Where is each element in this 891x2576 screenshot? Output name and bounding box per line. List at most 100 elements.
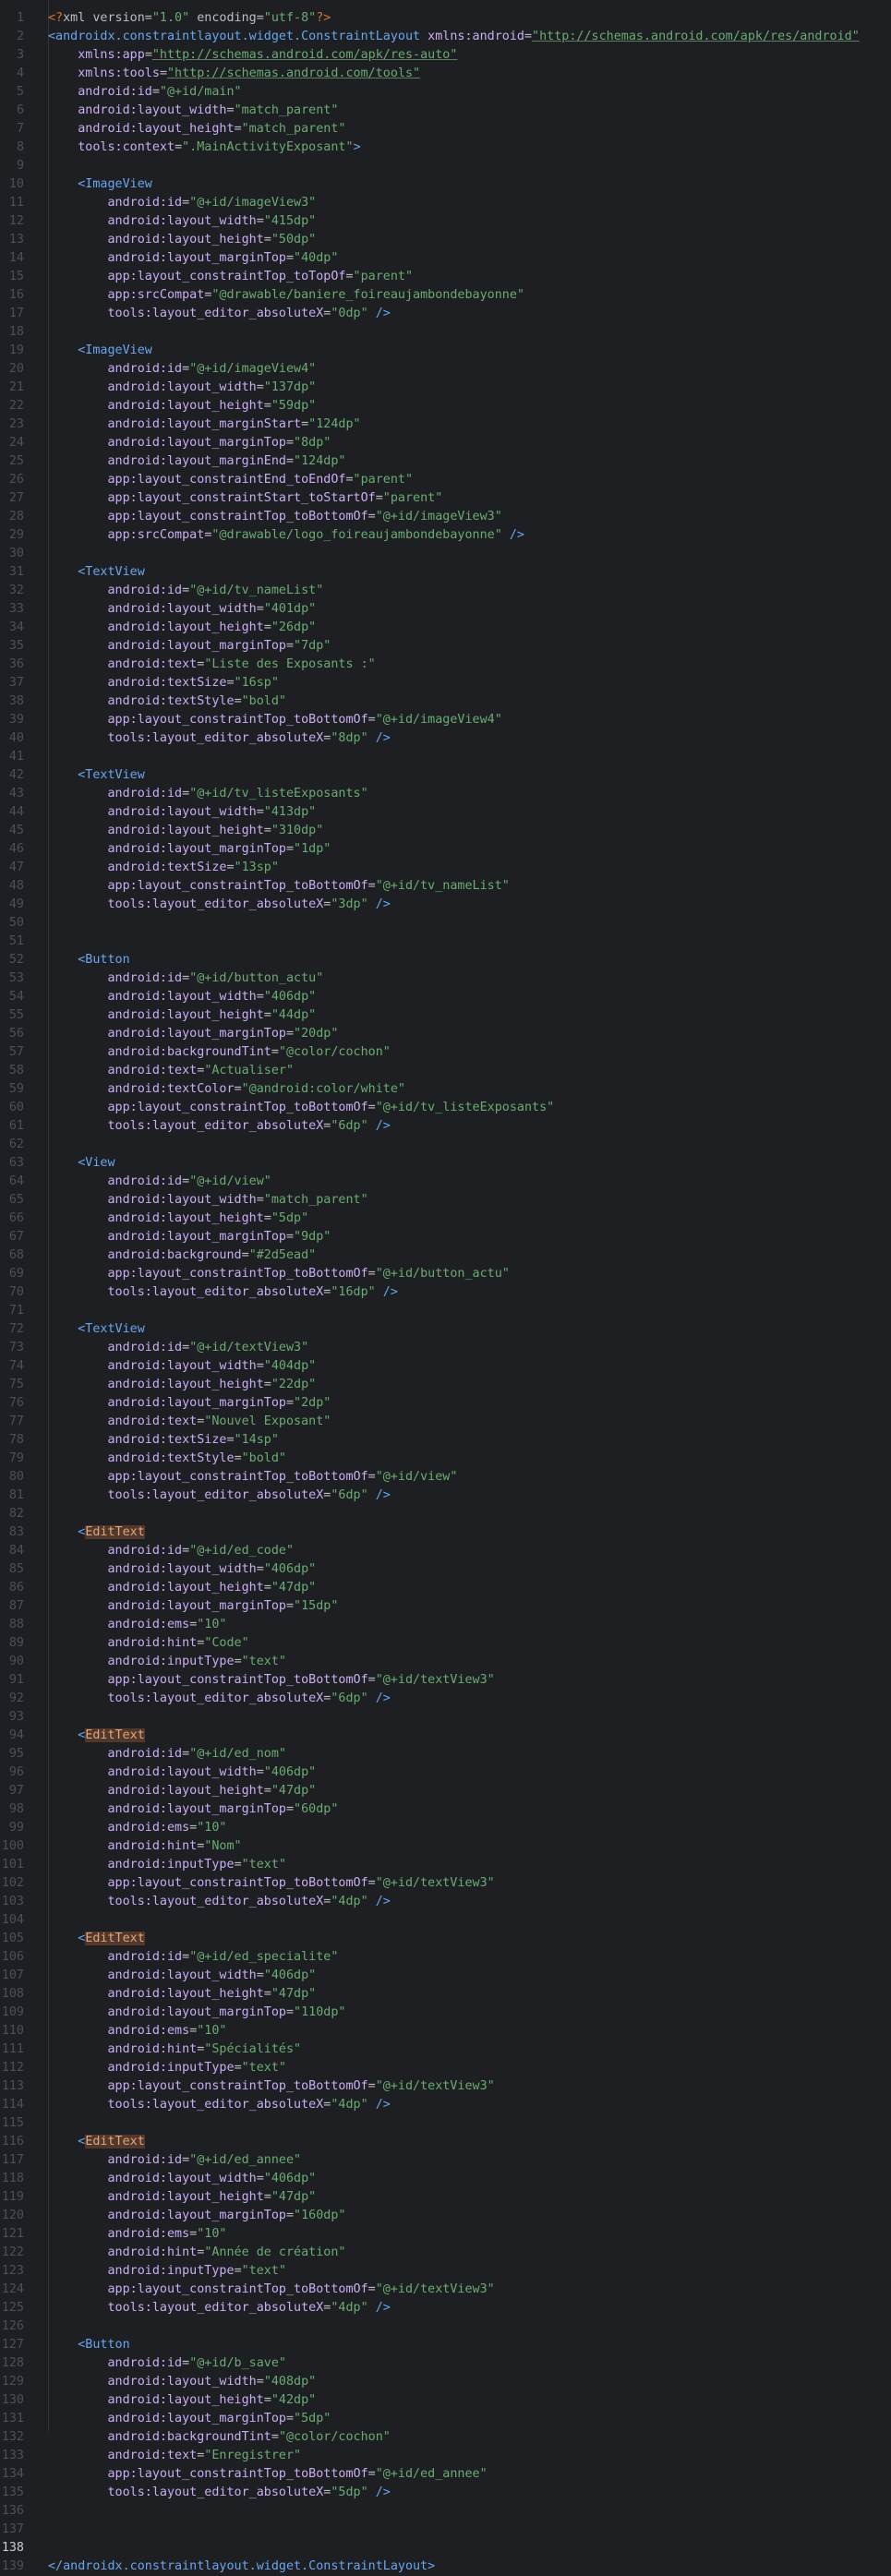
- code-editor[interactable]: 1 <?xml version="1.0" encoding="utf-8"?> 2…: [0, 0, 891, 2573]
- code-line[interactable]: 125 tools:layout_editor_absoluteX="4dp" …: [0, 2299, 891, 2317]
- code-text[interactable]: android:layout_marginTop="7dp": [48, 637, 331, 656]
- code-text[interactable]: android:layout_marginTop="15dp": [48, 1597, 339, 1616]
- code-line[interactable]: 68 android:background="#2d5ead": [0, 1246, 891, 1265]
- code-text[interactable]: android:id="@+id/tv_nameList": [48, 582, 324, 600]
- code-line[interactable]: 87 android:layout_marginTop="15dp": [0, 1597, 891, 1616]
- code-text[interactable]: android:layout_marginTop="20dp": [48, 1025, 339, 1043]
- code-text[interactable]: android:layout_width="match_parent": [48, 102, 338, 120]
- code-line[interactable]: 102 app:layout_constraintTop_toBottomOf=…: [0, 1874, 891, 1893]
- code-text[interactable]: android:layout_width="406dp": [48, 1560, 317, 1579]
- code-text[interactable]: android:layout_height="50dp": [48, 231, 317, 249]
- code-text[interactable]: android:id="@+id/button_actu": [48, 969, 324, 988]
- code-text[interactable]: <View: [48, 1154, 114, 1173]
- code-text[interactable]: tools:layout_editor_absoluteX="4dp" />: [48, 1893, 391, 1911]
- code-text[interactable]: android:layout_marginTop="60dp": [48, 1800, 339, 1819]
- code-line[interactable]: 55 android:layout_height="44dp": [0, 1006, 891, 1025]
- code-line[interactable]: 132 android:backgroundTint="@color/cocho…: [0, 2428, 891, 2447]
- code-text[interactable]: <Button: [48, 2336, 129, 2354]
- code-line[interactable]: 56 android:layout_marginTop="20dp": [0, 1025, 891, 1043]
- code-text[interactable]: android:id="@+id/ed_code": [48, 1542, 295, 1560]
- code-text[interactable]: android:textSize="14sp": [48, 1431, 279, 1450]
- code-text[interactable]: android:layout_marginTop="110dp": [48, 2004, 346, 2022]
- code-text[interactable]: android:ems="10": [48, 2225, 227, 2244]
- code-line[interactable]: 129 android:layout_width="408dp": [0, 2373, 891, 2391]
- code-line[interactable]: 53 android:id="@+id/button_actu": [0, 969, 891, 988]
- code-text[interactable]: android:hint="Code": [48, 1634, 249, 1653]
- code-line[interactable]: 48 app:layout_constraintTop_toBottomOf="…: [0, 877, 891, 896]
- code-text[interactable]: app:layout_constraintTop_toTopOf="parent…: [48, 268, 414, 286]
- code-text[interactable]: android:id="@+id/ed_nom": [48, 1745, 287, 1763]
- code-text[interactable]: android:textColor="@android:color/white": [48, 1080, 406, 1099]
- code-text[interactable]: <EditText: [48, 1930, 145, 1948]
- code-text[interactable]: android:backgroundTint="@color/cochon": [48, 1043, 391, 1062]
- code-line[interactable]: 76 android:layout_marginTop="2dp": [0, 1394, 891, 1413]
- code-line[interactable]: 18: [0, 323, 891, 342]
- code-text[interactable]: android:id="@+id/tv_listeExposants": [48, 785, 368, 803]
- code-line[interactable]: 46 android:layout_marginTop="1dp": [0, 840, 891, 859]
- code-text[interactable]: android:layout_height="42dp": [48, 2391, 317, 2410]
- code-line[interactable]: 62: [0, 1136, 891, 1154]
- code-line[interactable]: 17 tools:layout_editor_absoluteX="0dp" /…: [0, 305, 891, 323]
- code-line[interactable]: 45 android:layout_height="310dp": [0, 822, 891, 840]
- code-line[interactable]: 135 tools:layout_editor_absoluteX="5dp" …: [0, 2484, 891, 2502]
- code-text[interactable]: android:layout_width="408dp": [48, 2373, 317, 2391]
- code-line[interactable]: 115: [0, 2114, 891, 2133]
- code-line[interactable]: 36 android:text="Liste des Exposants :": [0, 656, 891, 674]
- code-text[interactable]: </androidx.constraintlayout.widget.Const…: [48, 2558, 435, 2576]
- code-text[interactable]: android:layout_width="413dp": [48, 803, 317, 822]
- code-line[interactable]: 108 android:layout_height="47dp": [0, 1985, 891, 2004]
- code-text[interactable]: xmlns:app="http://schemas.android.com/ap…: [48, 46, 457, 65]
- code-line[interactable]: 66 android:layout_height="5dp": [0, 1210, 891, 1228]
- code-text[interactable]: android:layout_height="26dp": [48, 619, 317, 637]
- code-text[interactable]: app:layout_constraintTop_toBottomOf="@+i…: [48, 1874, 495, 1893]
- code-text[interactable]: android:ems="10": [48, 2022, 227, 2040]
- code-text[interactable]: android:text="Enregistrer": [48, 2447, 302, 2465]
- code-line[interactable]: 99 android:ems="10": [0, 1819, 891, 1837]
- code-line[interactable]: 4 xmlns:tools="http://schemas.android.co…: [0, 65, 891, 83]
- code-text[interactable]: tools:layout_editor_absoluteX="8dp" />: [48, 729, 391, 748]
- code-line[interactable]: 51: [0, 933, 891, 951]
- code-line[interactable]: 112 android:inputType="text": [0, 2059, 891, 2077]
- code-line[interactable]: 92 tools:layout_editor_absoluteX="6dp" /…: [0, 1690, 891, 1708]
- code-text[interactable]: android:id="@+id/imageView4": [48, 360, 317, 379]
- code-line[interactable]: 20 android:id="@+id/imageView4": [0, 360, 891, 379]
- code-text[interactable]: android:layout_height="310dp": [48, 822, 324, 840]
- code-line[interactable]: 105 <EditText: [0, 1930, 891, 1948]
- code-text[interactable]: tools:context=".MainActivityExposant">: [48, 138, 360, 157]
- code-text[interactable]: <ImageView: [48, 342, 152, 360]
- code-text[interactable]: android:textSize="13sp": [48, 859, 279, 877]
- code-line[interactable]: 111 android:hint="Spécialités": [0, 2040, 891, 2059]
- code-line[interactable]: 25 android:layout_marginEnd="124dp": [0, 452, 891, 471]
- code-text[interactable]: app:layout_constraintTop_toBottomOf="@+i…: [48, 2077, 495, 2096]
- code-text[interactable]: tools:layout_editor_absoluteX="3dp" />: [48, 896, 391, 914]
- code-line[interactable]: 28 app:layout_constraintTop_toBottomOf="…: [0, 508, 891, 526]
- code-line[interactable]: 94 <EditText: [0, 1727, 891, 1745]
- code-text[interactable]: android:id="@+id/main": [48, 83, 241, 102]
- code-line[interactable]: 44 android:layout_width="413dp": [0, 803, 891, 822]
- code-line[interactable]: 71: [0, 1302, 891, 1320]
- code-line[interactable]: 139 </androidx.constraintlayout.widget.Co…: [0, 2558, 891, 2576]
- code-line[interactable]: 43 android:id="@+id/tv_listeExposants": [0, 785, 891, 803]
- code-line[interactable]: 85 android:layout_width="406dp": [0, 1560, 891, 1579]
- code-line[interactable]: 126: [0, 2317, 891, 2336]
- code-text[interactable]: app:layout_constraintStart_toStartOf="pa…: [48, 489, 443, 508]
- code-line[interactable]: 64 android:id="@+id/view": [0, 1173, 891, 1191]
- code-line[interactable]: 121 android:ems="10": [0, 2225, 891, 2244]
- code-text[interactable]: app:layout_constraintTop_toBottomOf="@+i…: [48, 2281, 495, 2299]
- code-line[interactable]: 31 <TextView: [0, 563, 891, 582]
- code-line[interactable]: 70 tools:layout_editor_absoluteX="16dp" …: [0, 1283, 891, 1302]
- code-text[interactable]: android:layout_height="47dp": [48, 1579, 317, 1597]
- code-line[interactable]: 88 android:ems="10": [0, 1616, 891, 1634]
- code-text[interactable]: <EditText: [48, 2133, 145, 2151]
- code-text[interactable]: app:layout_constraintTop_toBottomOf="@+i…: [48, 1468, 458, 1487]
- code-line[interactable]: 74 android:layout_width="404dp": [0, 1357, 891, 1376]
- code-line[interactable]: 78 android:textSize="14sp": [0, 1431, 891, 1450]
- code-line[interactable]: 109 android:layout_marginTop="110dp": [0, 2004, 891, 2022]
- code-line[interactable]: 118 android:layout_width="406dp": [0, 2170, 891, 2188]
- code-text[interactable]: android:layout_marginEnd="124dp": [48, 452, 346, 471]
- code-text[interactable]: <androidx.constraintlayout.widget.Constr…: [48, 28, 860, 46]
- code-text[interactable]: android:layout_height="47dp": [48, 1782, 317, 1800]
- code-text[interactable]: <TextView: [48, 766, 145, 785]
- code-line[interactable]: 15 app:layout_constraintTop_toTopOf="par…: [0, 268, 891, 286]
- code-text[interactable]: android:layout_width="404dp": [48, 1357, 317, 1376]
